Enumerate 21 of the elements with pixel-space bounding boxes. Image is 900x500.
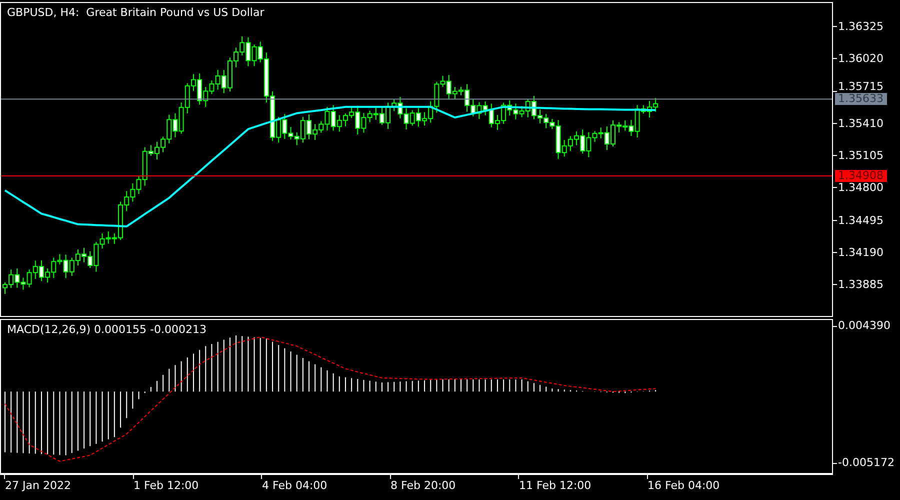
axis-label: 1.36325 (838, 21, 884, 32)
time-label: 1 Feb 12:00 (134, 479, 199, 492)
axis-label: 1.36020 (838, 53, 884, 64)
axis-label: 0.004390 (838, 319, 890, 332)
time-label: 8 Feb 20:00 (390, 479, 456, 492)
axis-label: 1.34495 (838, 214, 884, 226)
axis-label: 1.35105 (838, 150, 884, 161)
chart-title: GBPUSD, H4: Great Britain Pound vs US Dollar (7, 6, 264, 19)
price-tag: 1.34908 (835, 170, 886, 182)
time-label: 16 Feb 04:00 (648, 479, 720, 492)
axis-label: 1.35715 (838, 81, 884, 92)
axis-label: 1.33885 (838, 279, 884, 290)
axis-label: 1.34800 (838, 182, 884, 194)
axis-label: -0.005172 (838, 456, 894, 469)
time-label: 11 Feb 12:00 (519, 479, 592, 492)
indicator-label: MACD(12,26,9) 0.000155 -0.000213 (7, 323, 206, 336)
time-label: 27 Jan 2022 (5, 479, 71, 492)
price-tag: 1.35633 (835, 93, 886, 106)
axis-label: 1.35410 (838, 118, 884, 129)
axis-label: 1.34190 (838, 246, 884, 258)
time-label: 4 Feb 04:00 (262, 479, 328, 492)
